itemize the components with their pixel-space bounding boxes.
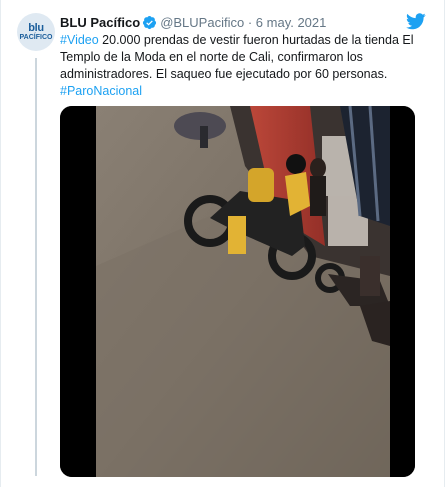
tweet-header: BLU Pacífico @BLUPacifico · 6 may. 2021 xyxy=(60,14,404,32)
tweet-card[interactable]: blu PACÍFICO BLU Pacífico @BLUPacifico · … xyxy=(0,0,445,487)
avatar[interactable]: blu PACÍFICO xyxy=(17,13,55,51)
avatar-logo-text: blu xyxy=(28,21,44,34)
avatar-logo-subtext: PACÍFICO xyxy=(19,33,53,41)
hashtag-video-link[interactable]: #Video xyxy=(60,33,99,47)
tweet-body: 20.000 prendas de vestir fueron hurtadas… xyxy=(60,33,414,81)
hashtag-paronacional-link[interactable]: #ParoNacional xyxy=(60,84,142,98)
thread-line xyxy=(35,58,37,476)
tweet-date[interactable]: 6 may. 2021 xyxy=(256,15,327,30)
display-name[interactable]: BLU Pacífico xyxy=(60,15,140,30)
user-handle[interactable]: @BLUPacifico xyxy=(160,15,244,30)
tweet-text: #Video 20.000 prendas de vestir fueron h… xyxy=(60,32,422,100)
separator-dot: · xyxy=(247,15,253,30)
video-player[interactable] xyxy=(60,106,415,477)
video-frame xyxy=(60,106,415,477)
